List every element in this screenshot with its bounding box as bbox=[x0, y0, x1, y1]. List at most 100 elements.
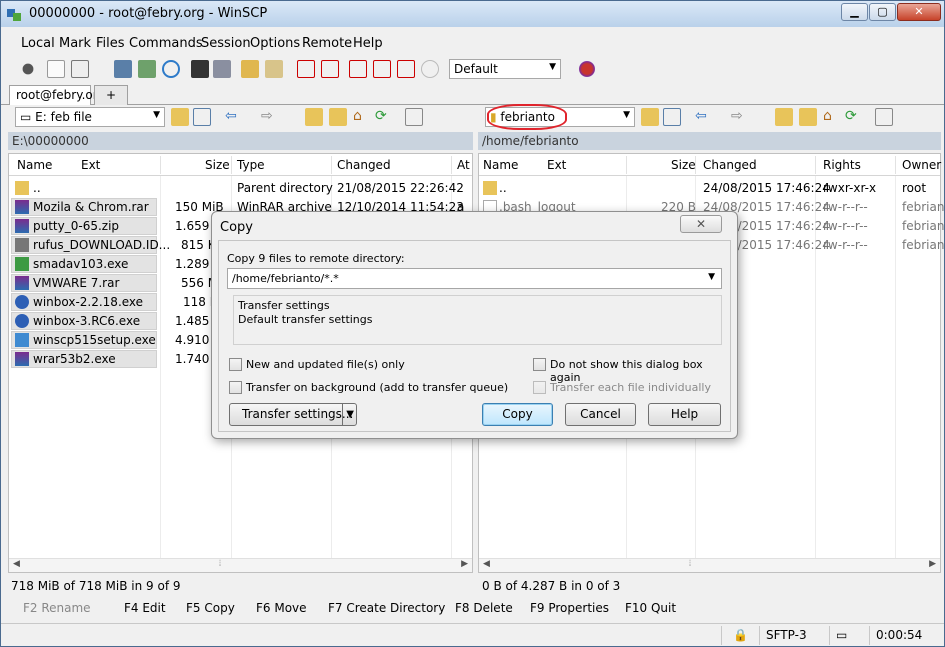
help-button[interactable]: Help bbox=[648, 403, 721, 426]
cancel-button[interactable]: Cancel bbox=[565, 403, 636, 426]
col-size[interactable]: Size bbox=[205, 158, 230, 172]
setup-icon bbox=[15, 333, 32, 348]
background-transfer-checkbox[interactable] bbox=[229, 381, 242, 394]
menu-remote[interactable]: Remote bbox=[302, 36, 352, 51]
filter-icon[interactable] bbox=[193, 108, 211, 126]
menu-commands[interactable]: Commands bbox=[129, 36, 203, 51]
col-ext[interactable]: Ext bbox=[81, 158, 100, 172]
dont-show-again-checkbox[interactable] bbox=[533, 358, 546, 371]
transfer-profile-select[interactable]: Default ▼ bbox=[449, 59, 561, 79]
menu-files[interactable]: Files bbox=[96, 36, 125, 51]
left-horizontal-scrollbar[interactable]: ◀ ⦙ ▶ bbox=[9, 558, 472, 572]
right-path-bar: /home/febrianto bbox=[478, 132, 941, 150]
col-size[interactable]: Size bbox=[671, 158, 696, 172]
col-name[interactable]: Name bbox=[483, 158, 518, 172]
minimize-button[interactable]: ▁ bbox=[841, 3, 868, 21]
tree-icon[interactable] bbox=[405, 108, 423, 126]
refresh-icon[interactable]: ⟳ bbox=[375, 108, 393, 126]
menu-local[interactable]: Local bbox=[21, 36, 55, 51]
back-arrow-icon[interactable]: ⇦ bbox=[225, 108, 243, 126]
scroll-thumb[interactable]: ⦙ bbox=[689, 559, 691, 569]
copy-button[interactable]: Copy bbox=[482, 403, 553, 426]
winscp-window: 00000000 - root@febry.org - WinSCP ▁ ▢ ✕… bbox=[0, 0, 945, 647]
open-folder-icon[interactable] bbox=[171, 108, 189, 126]
list-item[interactable]: .. 24/08/2015 17:46:24 rwxr-xr-x root bbox=[479, 179, 942, 198]
refresh-icon[interactable]: ⟳ bbox=[845, 108, 863, 126]
compare-icon[interactable] bbox=[47, 60, 65, 78]
filter-icon[interactable] bbox=[663, 108, 681, 126]
synchronize-icon[interactable] bbox=[71, 60, 89, 78]
menu-options[interactable]: Options bbox=[250, 36, 300, 51]
f8-delete-button[interactable]: F8 Delete bbox=[455, 601, 513, 615]
f2-rename-button[interactable]: F2 Rename bbox=[23, 601, 91, 615]
col-changed[interactable]: Changed bbox=[703, 158, 757, 172]
history-icon[interactable] bbox=[421, 60, 439, 78]
chevron-down-icon[interactable]: ▼ bbox=[708, 272, 715, 282]
scroll-left-icon[interactable]: ◀ bbox=[483, 559, 490, 569]
home-icon[interactable]: ⌂ bbox=[353, 108, 371, 126]
chevron-down-icon[interactable]: ▼ bbox=[342, 404, 354, 425]
home-icon[interactable]: ⌂ bbox=[823, 108, 841, 126]
scroll-thumb[interactable]: ⦙ bbox=[219, 559, 221, 569]
f10-quit-button[interactable]: F10 Quit bbox=[625, 601, 676, 615]
maximize-button[interactable]: ▢ bbox=[869, 3, 896, 21]
select-plus-icon[interactable] bbox=[297, 60, 315, 78]
f9-properties-button[interactable]: F9 Properties bbox=[530, 601, 609, 615]
root-dir-icon[interactable] bbox=[329, 108, 347, 126]
keep-up-to-date-icon[interactable] bbox=[265, 60, 283, 78]
menu-mark[interactable]: Mark bbox=[59, 36, 91, 51]
refresh-icon[interactable] bbox=[162, 60, 180, 78]
scroll-right-icon[interactable]: ▶ bbox=[461, 559, 468, 569]
left-drive-select[interactable]: ▭ E: feb file ▼ bbox=[15, 107, 165, 127]
left-pane-toolbar: ▭ E: feb file ▼ ⇦ ⇨ ⌂ ⟳ bbox=[1, 107, 473, 129]
col-ext[interactable]: Ext bbox=[547, 158, 566, 172]
col-attr[interactable]: At bbox=[457, 158, 470, 172]
dialog-close-button[interactable]: ✕ bbox=[680, 215, 722, 233]
terminal-icon[interactable] bbox=[191, 60, 209, 78]
f4-edit-button[interactable]: F4 Edit bbox=[124, 601, 166, 615]
transfer-icon[interactable] bbox=[241, 60, 259, 78]
invert-selection-icon[interactable] bbox=[373, 60, 391, 78]
target-directory-input[interactable]: /home/febrianto/*.* ▼ bbox=[227, 268, 722, 289]
close-button[interactable]: ✕ bbox=[897, 3, 941, 21]
new-updated-only-checkbox[interactable] bbox=[229, 358, 242, 371]
col-changed[interactable]: Changed bbox=[337, 158, 391, 172]
tab-session[interactable]: root@febry.org bbox=[9, 85, 105, 105]
preferences-gear-icon[interactable] bbox=[19, 60, 37, 78]
sync-browse-icon[interactable] bbox=[138, 60, 156, 78]
filter-icon[interactable] bbox=[349, 60, 367, 78]
tree-icon[interactable] bbox=[875, 108, 893, 126]
title-bar: 00000000 - root@febry.org - WinSCP ▁ ▢ ✕ bbox=[1, 1, 944, 27]
open-folder-icon[interactable] bbox=[641, 108, 659, 126]
list-item[interactable]: .. Parent directory 21/08/2015 22:26:42 bbox=[9, 179, 474, 198]
each-file-individually-checkbox[interactable] bbox=[533, 381, 546, 394]
f6-move-button[interactable]: F6 Move bbox=[256, 601, 307, 615]
transfer-options-icon[interactable] bbox=[578, 60, 596, 78]
col-name[interactable]: Name bbox=[17, 158, 52, 172]
group-value: Default transfer settings bbox=[238, 313, 373, 326]
col-rights[interactable]: Rights bbox=[823, 158, 861, 172]
transfer-settings-button[interactable]: Transfer settings... ▼ bbox=[229, 403, 357, 426]
forward-arrow-icon[interactable]: ⇨ bbox=[731, 108, 749, 126]
col-type[interactable]: Type bbox=[237, 158, 265, 172]
f7-create-directory-button[interactable]: F7 Create Directory bbox=[328, 601, 445, 615]
back-arrow-icon[interactable]: ⇦ bbox=[695, 108, 713, 126]
queue-icon[interactable] bbox=[114, 60, 132, 78]
col-owner[interactable]: Owner bbox=[902, 158, 941, 172]
putty-icon[interactable] bbox=[213, 60, 231, 78]
menu-help[interactable]: Help bbox=[353, 36, 383, 51]
menu-session[interactable]: Session bbox=[201, 36, 251, 51]
select-minus-icon[interactable] bbox=[321, 60, 339, 78]
scroll-right-icon[interactable]: ▶ bbox=[929, 559, 936, 569]
copy-prompt: Copy 9 files to remote directory: bbox=[227, 252, 405, 265]
parent-dir-icon[interactable] bbox=[305, 108, 323, 126]
scroll-left-icon[interactable]: ◀ bbox=[13, 559, 20, 569]
f5-copy-button[interactable]: F5 Copy bbox=[186, 601, 235, 615]
root-dir-icon[interactable] bbox=[799, 108, 817, 126]
tab-new-session[interactable]: + bbox=[94, 85, 128, 105]
clear-selection-icon[interactable] bbox=[397, 60, 415, 78]
parent-dir-icon[interactable] bbox=[775, 108, 793, 126]
forward-arrow-icon[interactable]: ⇨ bbox=[261, 108, 279, 126]
right-horizontal-scrollbar[interactable]: ◀ ⦙ ▶ bbox=[479, 558, 940, 572]
rar-icon bbox=[15, 219, 32, 234]
